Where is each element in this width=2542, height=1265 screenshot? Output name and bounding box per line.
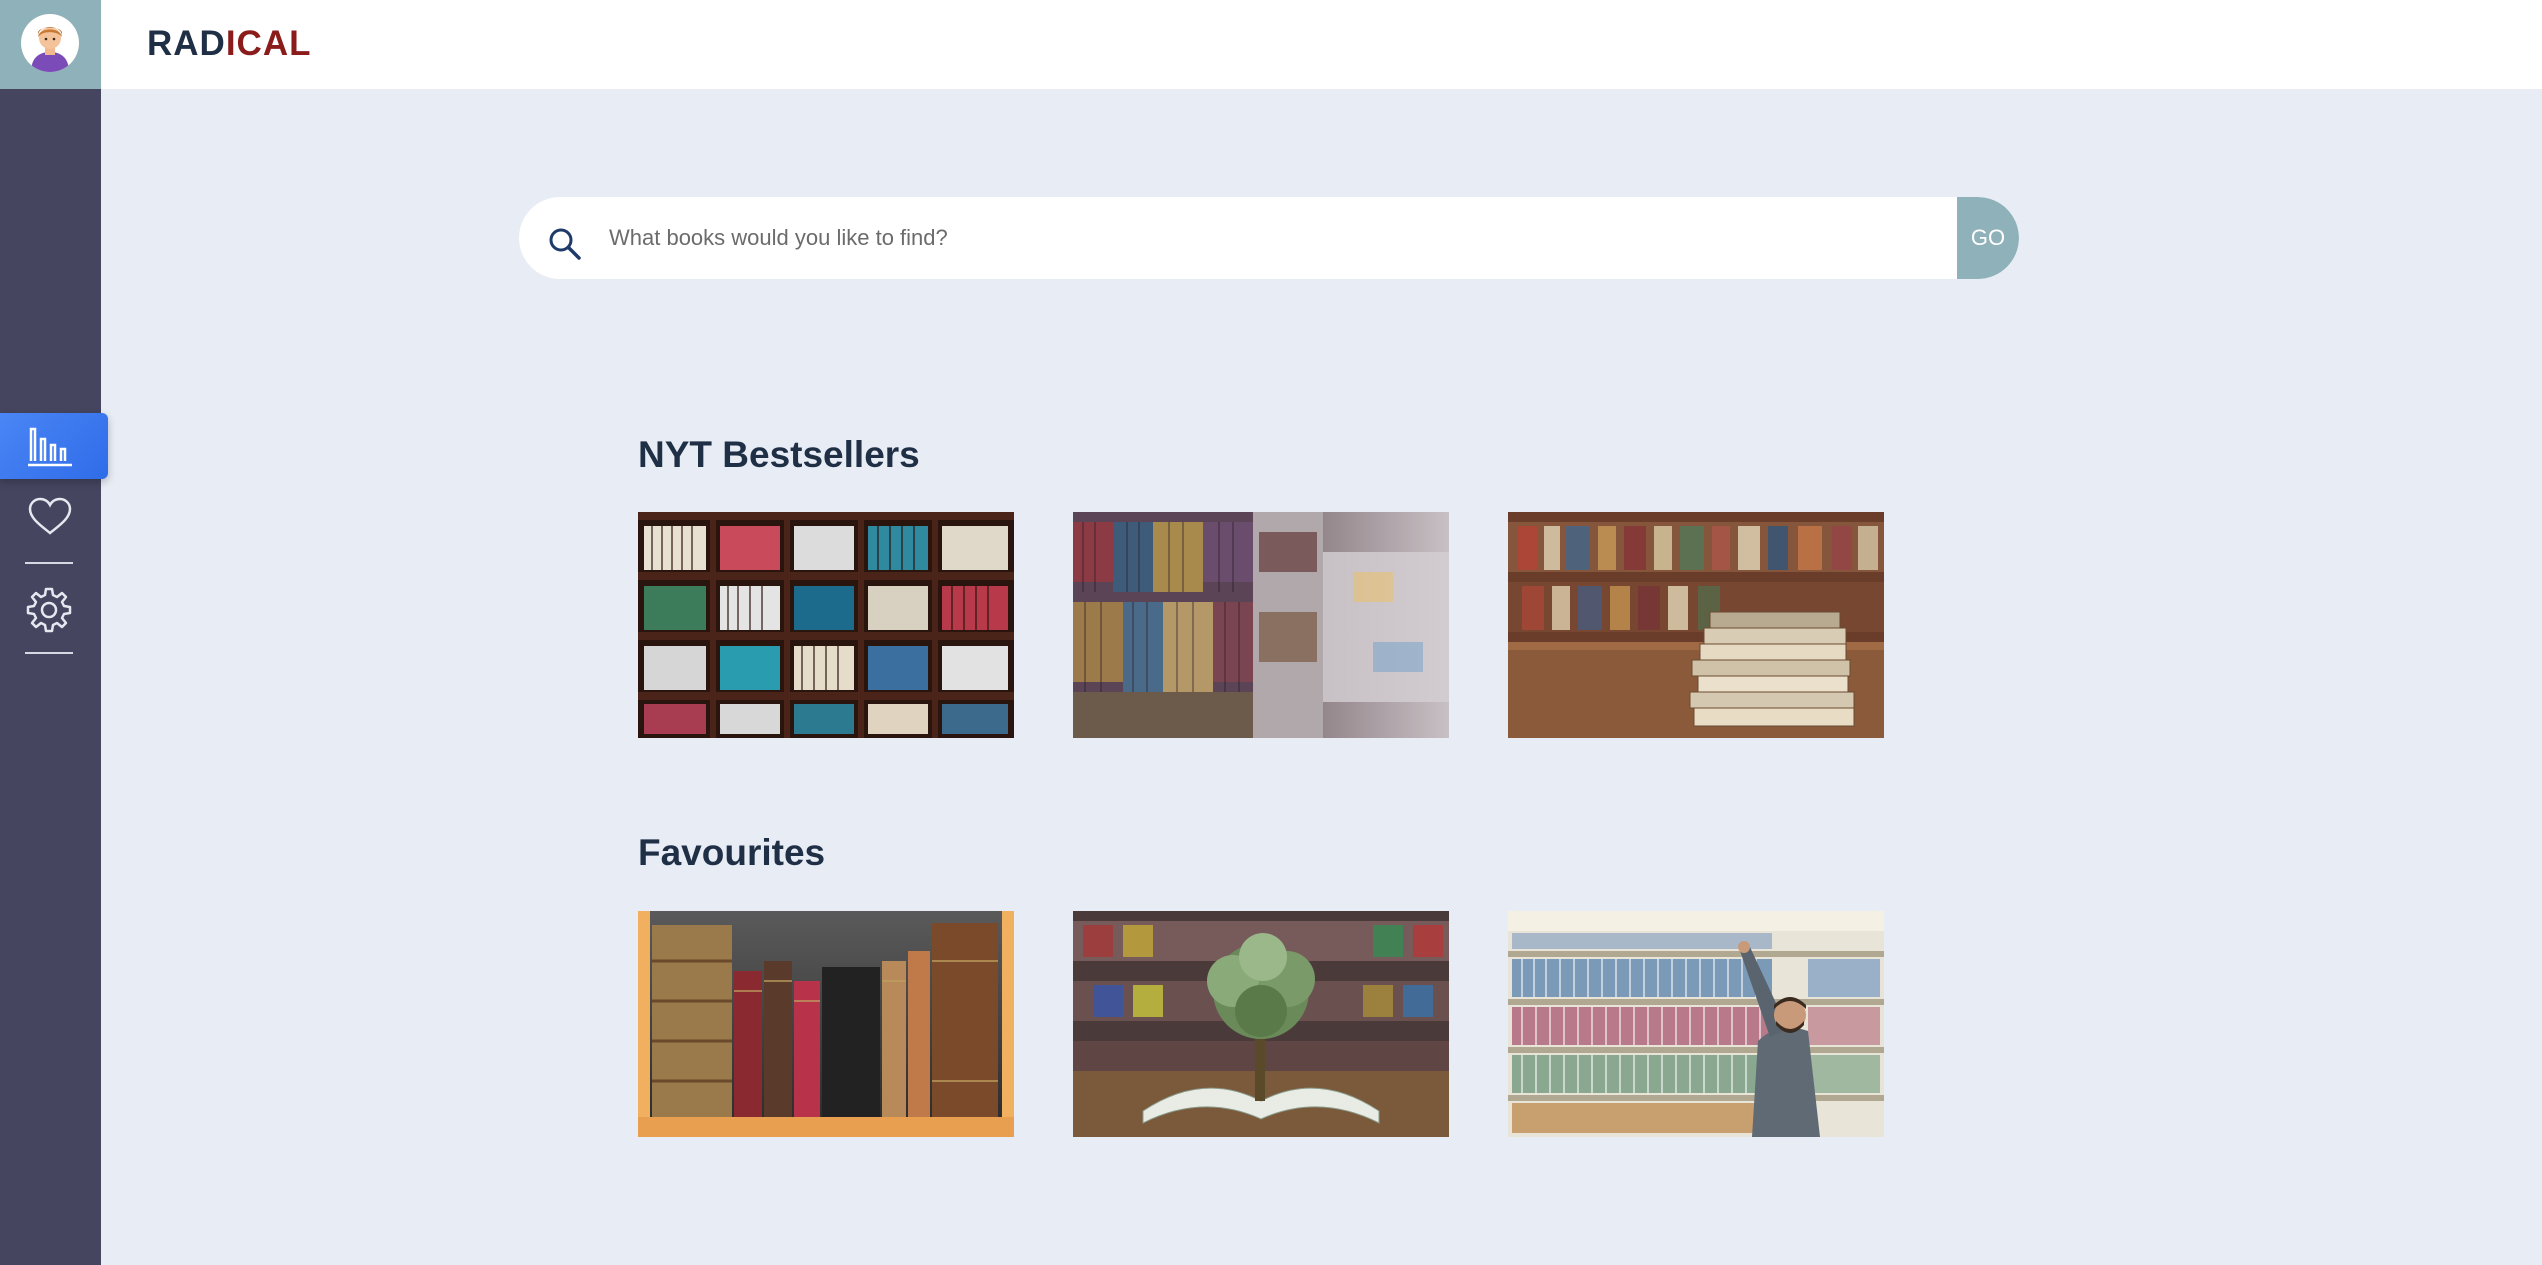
book-card-book-stack-on-table[interactable] (1508, 512, 1884, 738)
search-icon (549, 228, 581, 260)
nav-divider (25, 652, 73, 654)
nav-divider (25, 562, 73, 564)
sidebar-item-favourites[interactable] (0, 489, 101, 555)
book-card-library-aisle[interactable] (1073, 512, 1449, 738)
app-logo[interactable]: RADICAL (147, 24, 311, 64)
sidebar-item-analytics[interactable] (0, 413, 108, 479)
book-card-antique-books[interactable] (638, 911, 1014, 1137)
book-card-bookshelf-grid[interactable] (638, 512, 1014, 738)
logo-part-1: RAD (147, 24, 226, 63)
gear-icon (26, 587, 72, 633)
top-header: RADICAL (101, 0, 2542, 89)
book-card-man-reaching-shelf[interactable] (1508, 911, 1884, 1137)
heart-icon (28, 497, 72, 535)
avatar[interactable] (21, 14, 79, 72)
sidebar-item-settings[interactable] (0, 578, 101, 644)
section-title-bestsellers: NYT Bestsellers (638, 434, 920, 475)
section-title-favourites: Favourites (638, 832, 826, 873)
go-button[interactable]: GO (1957, 197, 2019, 279)
avatar-container (0, 0, 101, 89)
search-input[interactable] (609, 197, 1909, 279)
bar-chart-icon (28, 427, 72, 467)
sidebar (0, 0, 108, 1265)
book-card-money-tree-book[interactable] (1073, 911, 1449, 1137)
logo-part-2: ICAL (225, 24, 312, 63)
search-bar: GO (519, 197, 2019, 279)
